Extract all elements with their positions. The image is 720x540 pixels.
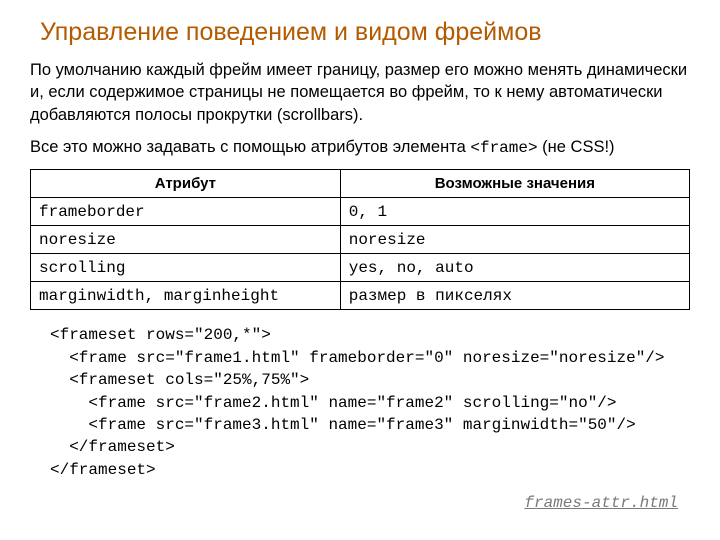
- attributes-table: Атрибут Возможные значения frameborder 0…: [30, 169, 690, 310]
- page-title: Управление поведением и видом фреймов: [40, 18, 690, 47]
- cell-vals: yes, no, auto: [340, 254, 689, 282]
- cell-attr: scrolling: [31, 254, 341, 282]
- table-row: frameborder 0, 1: [31, 198, 690, 226]
- intro-paragraph-1: По умолчанию каждый фрейм имеет границу,…: [30, 59, 690, 126]
- th-attribute: Атрибут: [31, 170, 341, 198]
- cell-vals: размер в пикселях: [340, 282, 689, 310]
- cell-attr: marginwidth, marginheight: [31, 282, 341, 310]
- cell-attr: frameborder: [31, 198, 341, 226]
- code-example: <frameset rows="200,*"> <frame src="fram…: [50, 324, 690, 481]
- table-row: scrolling yes, no, auto: [31, 254, 690, 282]
- table-row: noresize noresize: [31, 226, 690, 254]
- table-header-row: Атрибут Возможные значения: [31, 170, 690, 198]
- cell-attr: noresize: [31, 226, 341, 254]
- intro-2-text-b: (не CSS!): [538, 138, 615, 156]
- intro-paragraph-2: Все это можно задавать с помощью атрибут…: [30, 136, 690, 160]
- cell-vals: 0, 1: [340, 198, 689, 226]
- th-values: Возможные значения: [340, 170, 689, 198]
- frame-tag-literal: <frame>: [470, 139, 537, 157]
- intro-2-text-a: Все это можно задавать с помощью атрибут…: [30, 138, 470, 156]
- source-file-link[interactable]: frames-attr.html: [524, 494, 678, 512]
- cell-vals: noresize: [340, 226, 689, 254]
- table-row: marginwidth, marginheight размер в пиксе…: [31, 282, 690, 310]
